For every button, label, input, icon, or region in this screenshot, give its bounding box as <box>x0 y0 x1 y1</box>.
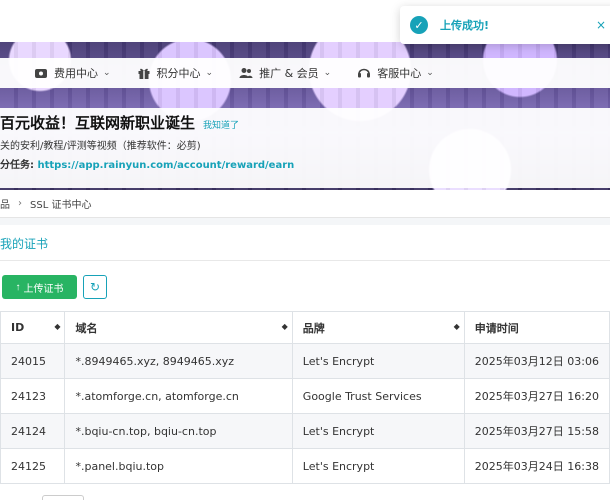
column-header-label: 域名 <box>75 321 98 335</box>
cell-brand: Let's Encrypt <box>291 413 465 449</box>
cell-domain: *.panel.bqiu.top <box>64 448 293 484</box>
cell-domain: *.bqiu-cn.top, bqiu-cn.top <box>64 413 293 449</box>
table-row[interactable]: 24125 *.panel.bqiu.top Let's Encrypt 202… <box>0 448 610 484</box>
headset-icon <box>357 66 371 80</box>
chevron-down-icon: ⌄ <box>426 68 434 78</box>
column-header-domain[interactable]: 域名 ◆ <box>64 311 293 344</box>
notice-title: 百元收益！互联网新职业诞生 <box>0 114 196 132</box>
column-header-label: 申请时间 <box>474 321 519 335</box>
breadcrumb-current: SSL 证书中心 <box>30 200 92 211</box>
certificate-card: 我的证书 ↑ 上传证书 ↻ ID ◆ 域名 ◆ 品牌 ◆ 申请时间 24015 *.8… <box>0 225 610 500</box>
column-header-label: ID <box>11 321 25 334</box>
table-row[interactable]: 24124 *.bqiu-cn.top, bqiu-cn.top Let's E… <box>0 413 610 449</box>
table-row[interactable]: 24123 *.atomforge.cn, atomforge.cn Googl… <box>0 378 610 414</box>
chevron-down-icon: ⌄ <box>323 68 332 78</box>
main-nav: 费用中心 ⌄ 积分中心 ⌄ 推广 & 会员 ⌄ 客服中心 ⌄ <box>0 58 610 88</box>
nav-item-support[interactable]: 客服中心 ⌄ <box>357 65 434 81</box>
cell-id: 24015 <box>0 343 66 379</box>
column-header-id[interactable]: ID ◆ <box>0 311 66 344</box>
success-toast: ✓ 上传成功! × <box>400 6 610 44</box>
column-header-label: 品牌 <box>302 321 325 335</box>
certificate-table: ID ◆ 域名 ◆ 品牌 ◆ 申请时间 24015 *.8949465.xyz, 89… <box>0 311 610 484</box>
breadcrumb: 品 › SSL 证书中心 <box>0 190 610 218</box>
breadcrumb-separator-icon: › <box>18 198 22 209</box>
upload-button-label: 上传证书 <box>23 283 64 295</box>
cell-issued-time: 2025年03月27日 15:58 <box>463 413 610 449</box>
nav-item-promotion[interactable]: 推广 & 会员 ⌄ <box>239 65 331 81</box>
nav-item-label: 推广 & 会员 <box>259 67 319 80</box>
cell-id: 24125 <box>0 448 66 484</box>
cell-domain: *.atomforge.cn, atomforge.cn <box>64 378 293 414</box>
notice-title-row: 百元收益！互联网新职业诞生 我知道了 <box>0 112 610 133</box>
nav-item-label: 积分中心 <box>156 67 201 80</box>
table-header-row: ID ◆ 域名 ◆ 品牌 ◆ 申请时间 <box>0 311 610 344</box>
upload-icon: ↑ <box>15 281 21 293</box>
cell-brand: Let's Encrypt <box>291 343 465 379</box>
breadcrumb-parent[interactable]: 品 <box>0 196 10 211</box>
close-icon[interactable]: × <box>596 18 606 32</box>
nav-item-billing[interactable]: 费用中心 ⌄ <box>34 65 111 81</box>
cell-issued-time: 2025年03月27日 16:20 <box>463 378 610 414</box>
check-circle-icon: ✓ <box>410 16 428 34</box>
upload-certificate-button[interactable]: ↑ 上传证书 <box>2 275 77 299</box>
cell-issued-time: 2025年03月12日 03:06 <box>463 343 610 379</box>
cell-brand: Let's Encrypt <box>291 448 465 484</box>
cell-id: 24123 <box>0 378 66 414</box>
toast-message: 上传成功! <box>440 19 490 32</box>
sort-icon: ◆ <box>54 322 61 331</box>
column-header-brand[interactable]: 品牌 ◆ <box>291 311 465 344</box>
dismiss-notice-link[interactable]: 我知道了 <box>203 118 239 131</box>
users-icon <box>239 66 253 80</box>
table-row[interactable]: 24015 *.8949465.xyz, 8949465.xyz Let's E… <box>0 343 610 379</box>
sort-icon: ◆ <box>281 322 288 331</box>
card-title: 我的证书 <box>0 237 49 251</box>
divider <box>0 260 610 261</box>
promo-notice: 百元收益！互联网新职业诞生 我知道了 关的安利/教程/评测等视频（推荐软件：必剪… <box>0 108 610 188</box>
cell-issued-time: 2025年03月24日 16:38 <box>463 448 610 484</box>
chevron-down-icon: ⌄ <box>103 68 111 78</box>
wallet-icon <box>34 66 48 80</box>
cell-domain: *.8949465.xyz, 8949465.xyz <box>64 343 293 379</box>
column-header-issued-time[interactable]: 申请时间 <box>463 311 610 344</box>
notice-task-line: 分任务: https://app.rainyun.com/account/rew… <box>0 156 610 171</box>
nav-item-label: 客服中心 <box>377 67 422 80</box>
chevron-down-icon: ⌄ <box>205 68 214 78</box>
gift-icon <box>137 66 151 80</box>
notice-description: 关的安利/教程/评测等视频（推荐软件：必剪) <box>0 141 201 152</box>
notice-task-prefix: 分任务: <box>0 160 38 171</box>
page-size-select[interactable] <box>42 495 84 500</box>
reward-earn-link[interactable]: https://app.rainyun.com/account/reward/e… <box>37 160 294 171</box>
nav-item-label: 费用中心 <box>54 67 98 80</box>
nav-item-points[interactable]: 积分中心 ⌄ <box>137 65 214 81</box>
cell-id: 24124 <box>0 413 66 449</box>
cell-brand: Google Trust Services <box>291 378 465 414</box>
refresh-button[interactable]: ↻ <box>83 275 107 299</box>
refresh-icon: ↻ <box>89 280 101 294</box>
sort-icon: ◆ <box>453 322 460 331</box>
